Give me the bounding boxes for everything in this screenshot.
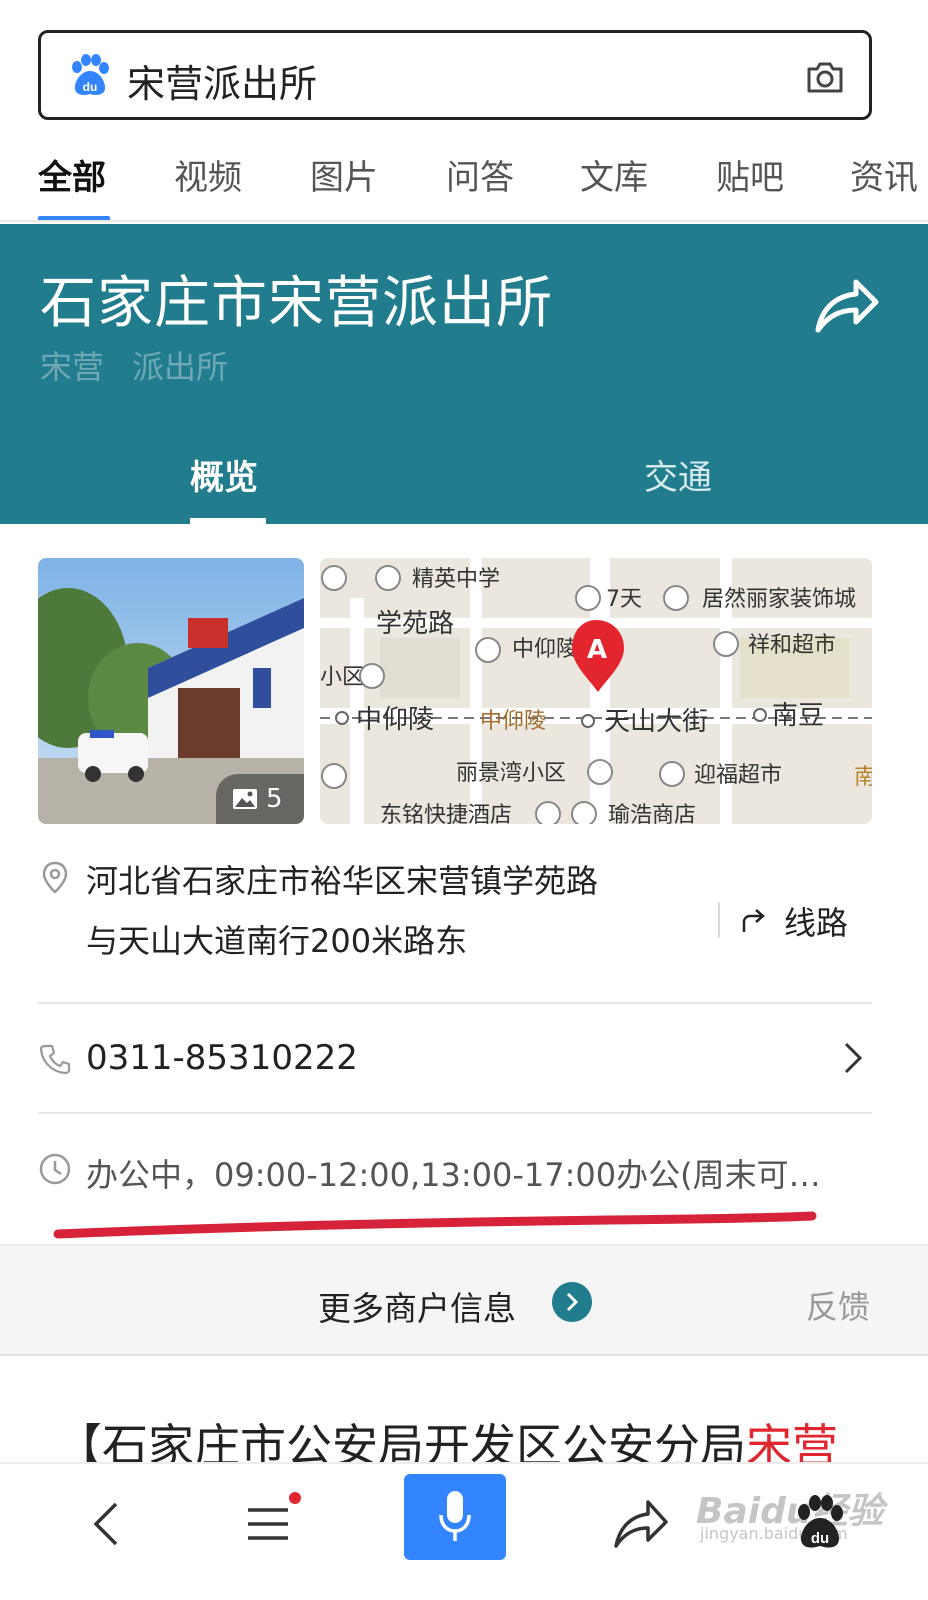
map-label: 天山大街 — [604, 707, 708, 737]
red-underline-annotation — [53, 1211, 817, 1239]
more-merchant-info-button[interactable]: 更多商户信息 — [318, 1282, 516, 1330]
tab-tieba[interactable]: 贴吧 — [716, 150, 784, 199]
chevron-right-icon[interactable] — [840, 1038, 866, 1078]
map-label: 瑜浩商店 — [608, 803, 696, 824]
tab-transit[interactable]: 交通 — [644, 450, 712, 499]
tab-all[interactable]: 全部 — [38, 150, 106, 199]
divider — [718, 902, 720, 938]
map-label: 迎福超市 — [694, 763, 782, 788]
divider — [38, 1112, 872, 1114]
voice-search-button[interactable] — [404, 1474, 506, 1560]
place-tag: 宋营 — [40, 348, 105, 386]
map-label: 学苑路 — [376, 609, 454, 639]
place-header: 石家庄市宋营派出所 宋营 派出所 概览 交通 — [0, 224, 928, 524]
tab-library[interactable]: 文库 — [580, 150, 648, 199]
baidu-paw-icon[interactable]: du — [790, 1494, 850, 1554]
map-label: 南 — [854, 765, 872, 790]
divider — [38, 1002, 872, 1004]
tab-video[interactable]: 视频 — [174, 150, 242, 199]
map-label: 7天 — [606, 587, 642, 612]
clock-icon — [39, 1153, 71, 1185]
map-label: 精英中学 — [412, 567, 500, 592]
svg-text:du: du — [811, 1530, 829, 1547]
route-arrow-icon[interactable] — [738, 906, 768, 936]
microphone-icon — [439, 1491, 471, 1541]
phone-number[interactable]: 0311-85310222 — [86, 1038, 358, 1078]
camera-icon[interactable] — [803, 55, 847, 99]
svg-text:du: du — [83, 80, 98, 94]
notification-dot — [289, 1492, 301, 1504]
map-label: 居然丽家装饰城 — [702, 587, 856, 612]
place-tag: 派出所 — [132, 348, 229, 386]
business-hours: 办公中，09:00-12:00,13:00-17:00办公(周末可… — [86, 1156, 821, 1194]
phone-row[interactable]: 0311-85310222 — [38, 1038, 872, 1082]
map-label: 东铭快捷酒店 — [380, 803, 512, 824]
map-canvas: 精英中学 7天 居然丽家装饰城 学苑路 中仰陵中学 祥和超市 小区 中仰陵 中仰… — [320, 558, 872, 824]
phone-icon — [39, 1044, 71, 1075]
more-info-bar: 更多商户信息 反馈 — [0, 1244, 928, 1356]
tab-images[interactable]: 图片 — [310, 150, 378, 199]
bottom-nav-bar: Baidu经验 jingyan.baidu.com du — [0, 1462, 928, 1600]
place-photo[interactable]: 5 — [38, 558, 304, 824]
address-line: 河北省石家庄市裕华区宋营镇学苑路 — [86, 862, 599, 900]
active-subtab-indicator — [190, 518, 266, 524]
menu-icon[interactable] — [238, 1494, 298, 1554]
baidu-paw-icon: du — [72, 54, 109, 95]
location-pin-icon — [42, 861, 68, 894]
back-icon[interactable] — [80, 1494, 140, 1554]
map-pin-label: A — [587, 635, 607, 665]
hours-row[interactable]: 办公中，09:00-12:00,13:00-17:00办公(周末可… — [38, 1150, 872, 1194]
tab-qa[interactable]: 问答 — [446, 150, 514, 199]
route-button[interactable]: 线路 — [784, 898, 848, 944]
tab-overview[interactable]: 概览 — [190, 450, 258, 499]
place-title: 石家庄市宋营派出所 — [40, 271, 553, 336]
address-row[interactable]: 河北省石家庄市裕华区宋营镇学苑路 与天山大道南行200米路东 线路 — [38, 852, 872, 992]
map-label: 中仰陵 — [356, 705, 434, 735]
photo-count: 5 — [266, 784, 283, 814]
map-label: 中仰陵 — [480, 709, 546, 734]
share-icon[interactable] — [812, 272, 882, 336]
location-map[interactable]: 精英中学 7天 居然丽家装饰城 学苑路 中仰陵中学 祥和超市 小区 中仰陵 中仰… — [320, 558, 872, 824]
map-label: 祥和超市 — [748, 633, 836, 658]
photo-count-badge: 5 — [216, 774, 304, 824]
image-icon — [233, 789, 257, 809]
search-query[interactable]: 宋营派出所 — [127, 53, 317, 108]
search-tabs: 全部 视频 图片 问答 文库 贴吧 资讯 — [0, 140, 928, 222]
map-label: 南豆 — [772, 701, 824, 731]
share-icon[interactable] — [610, 1494, 670, 1554]
chevron-right-circle-icon[interactable] — [552, 1282, 592, 1322]
address-line: 与天山大道南行200米路东 — [86, 922, 468, 960]
map-label: 丽景湾小区 — [456, 761, 566, 786]
active-tab-indicator — [38, 216, 110, 220]
map-label: 小区 — [320, 665, 364, 690]
tab-news[interactable]: 资讯 — [850, 150, 918, 199]
feedback-button[interactable]: 反馈 — [806, 1282, 870, 1328]
search-box[interactable]: du 宋营派出所 — [38, 30, 872, 120]
